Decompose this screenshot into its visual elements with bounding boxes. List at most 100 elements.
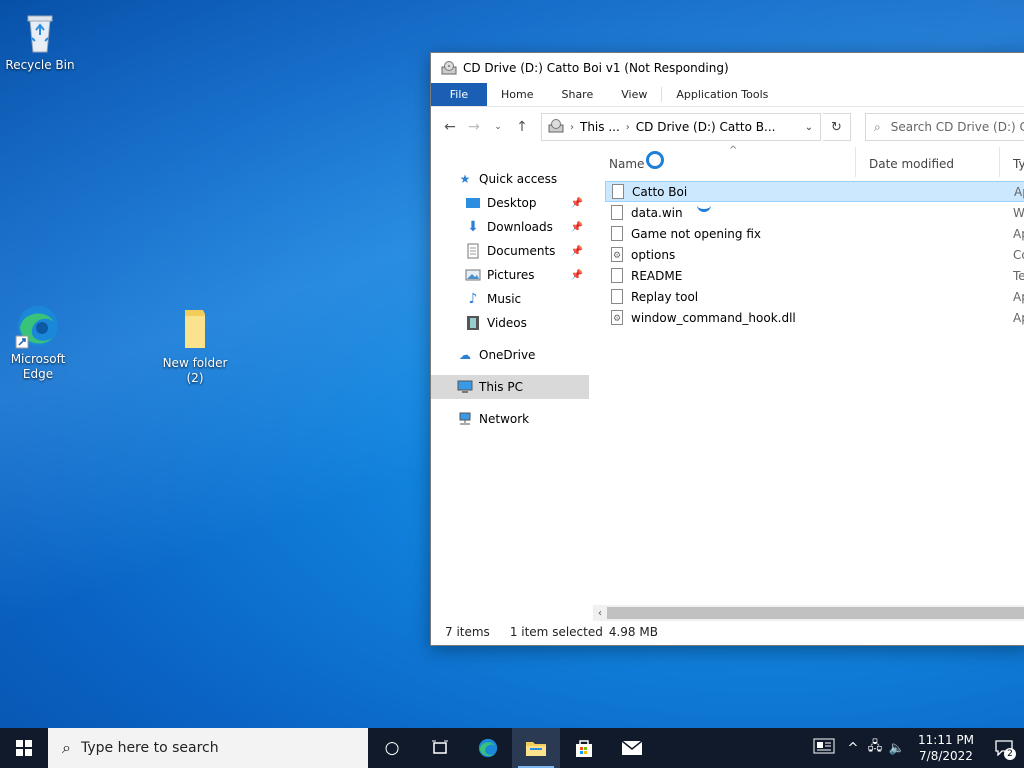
dll-file-icon — [609, 309, 625, 326]
clock[interactable]: 11:11 PM 7/8/2022 — [908, 732, 984, 764]
file-explorer-window[interactable]: CD Drive (D:) Catto Boi v1 (Not Respondi… — [430, 52, 1024, 646]
busy-cursor-icon — [697, 204, 711, 212]
network-status-icon[interactable]: 🖧 — [864, 737, 886, 759]
column-divider[interactable] — [999, 147, 1000, 177]
desktop-icon-label: New folder (2) — [162, 356, 228, 385]
start-button[interactable] — [0, 728, 48, 768]
desktop-icon-microsoft-edge[interactable]: Microsoft Edge — [0, 302, 76, 382]
back-arrow-icon[interactable]: ← — [439, 116, 461, 138]
column-header-type[interactable]: Ty — [1013, 157, 1024, 171]
desktop-icon — [465, 195, 481, 211]
address-dropdown-chevron-icon[interactable]: ⌄ — [798, 122, 820, 133]
nav-item-label: Desktop — [487, 196, 537, 210]
file-row[interactable]: window_command_hook.dll Ap — [605, 307, 1024, 328]
nav-item-pictures[interactable]: Pictures 📌 — [431, 263, 589, 287]
file-explorer-taskbar-icon[interactable] — [512, 728, 560, 768]
nav-item-music[interactable]: ♪ Music — [431, 287, 589, 311]
edge-taskbar-icon[interactable] — [464, 728, 512, 768]
cd-drive-icon — [441, 61, 457, 75]
tab-home[interactable]: Home — [487, 83, 547, 106]
pin-icon: 📌 — [570, 221, 583, 233]
scrollbar-thumb[interactable] — [607, 607, 1024, 619]
star-icon: ★ — [459, 172, 471, 186]
search-input[interactable]: ⌕ Search CD Drive (D:) Ca — [865, 113, 1024, 141]
file-type: W — [1013, 205, 1024, 220]
nav-item-videos[interactable]: Videos — [431, 311, 589, 335]
column-header-date-modified[interactable]: Date modified — [869, 157, 954, 171]
selection-size: 4.98 MB — [608, 625, 658, 639]
windows-logo-icon — [16, 740, 32, 756]
news-widget-icon[interactable] — [806, 738, 842, 758]
nav-item-onedrive[interactable]: ☁ OneDrive — [431, 343, 589, 367]
taskbar: ⌕ Type here to search ○ ^ 🖧 🔈 11:11 PM 7… — [0, 728, 1024, 768]
file-row[interactable]: README Te — [605, 265, 1024, 286]
network-icon — [457, 411, 473, 427]
navigation-pane: ★ Quick access Desktop 📌 ⬇ Downloads 📌 D… — [431, 147, 589, 605]
busy-spinner-icon — [646, 151, 664, 169]
blank-file-icon — [609, 288, 625, 305]
title-bar[interactable]: CD Drive (D:) Catto Boi v1 (Not Respondi… — [431, 53, 1024, 83]
desktop-icon-new-folder[interactable]: New folder (2) — [157, 306, 233, 386]
file-name: window_command_hook.dll — [631, 310, 796, 325]
nav-item-label: This PC — [479, 380, 523, 394]
pin-icon: 📌 — [570, 197, 583, 209]
show-hidden-icons-chevron-icon[interactable]: ^ — [842, 741, 864, 756]
tab-file[interactable]: File — [431, 83, 487, 106]
task-view-icon[interactable] — [416, 728, 464, 768]
folder-icon — [171, 306, 219, 354]
tab-application-tools[interactable]: Application Tools — [662, 83, 782, 106]
film-icon — [465, 315, 481, 331]
breadcrumb-this-pc[interactable]: This ... — [580, 120, 620, 134]
nav-item-label: OneDrive — [479, 348, 536, 362]
column-header-name[interactable]: Name — [609, 157, 644, 171]
recent-locations-chevron-icon[interactable]: ⌄ — [487, 116, 509, 138]
forward-arrow-icon[interactable]: → — [463, 116, 485, 138]
cd-drive-icon — [548, 118, 564, 136]
system-tray: ^ 🖧 🔈 11:11 PM 7/8/2022 2 — [806, 728, 1024, 768]
search-icon: ⌕ — [62, 738, 71, 757]
tab-share[interactable]: Share — [547, 83, 607, 106]
file-row[interactable]: Replay tool Ap — [605, 286, 1024, 307]
sort-ascending-icon: ^ — [729, 145, 738, 156]
volume-muted-icon[interactable]: 🔈 — [886, 741, 908, 756]
file-row[interactable]: options Co — [605, 244, 1024, 265]
ribbon-tabs: File Home Share View Application Tools — [431, 83, 1024, 107]
pictures-icon — [465, 267, 481, 283]
nav-item-quick-access[interactable]: ★ Quick access — [431, 167, 589, 191]
tab-view[interactable]: View — [607, 83, 661, 106]
store-bag-icon[interactable] — [560, 728, 608, 768]
nav-item-this-pc[interactable]: This PC — [431, 375, 589, 399]
nav-item-downloads[interactable]: ⬇ Downloads 📌 — [431, 215, 589, 239]
nav-item-network[interactable]: Network — [431, 407, 589, 431]
up-arrow-icon[interactable]: ↑ — [511, 116, 533, 138]
nav-item-label: Network — [479, 412, 530, 426]
nav-item-documents[interactable]: Documents 📌 — [431, 239, 589, 263]
nav-item-label: Quick access — [479, 172, 558, 186]
cloud-icon: ☁ — [459, 348, 471, 362]
breadcrumb-cd-drive[interactable]: CD Drive (D:) Catto B... — [636, 120, 776, 134]
notification-center-icon[interactable]: 2 — [984, 728, 1024, 768]
item-count: 7 items — [445, 625, 490, 639]
taskbar-search-input[interactable]: ⌕ Type here to search — [48, 728, 368, 768]
documents-icon — [465, 243, 481, 259]
file-row[interactable]: data.win W — [605, 202, 1024, 223]
desktop-icon-recycle-bin[interactable]: Recycle Bin — [2, 8, 78, 73]
desktop-icon-label: Microsoft Edge — [10, 352, 66, 381]
column-divider[interactable] — [855, 147, 856, 177]
scroll-left-arrow-icon[interactable]: ‹ — [593, 608, 607, 619]
file-type: Te — [1013, 268, 1024, 283]
nav-item-desktop[interactable]: Desktop 📌 — [431, 191, 589, 215]
navigation-bar: ← → ⌄ ↑ › This ... › CD Drive (D:) Catto… — [431, 107, 1024, 147]
config-file-icon — [609, 246, 625, 263]
window-title: CD Drive (D:) Catto Boi v1 (Not Respondi… — [463, 61, 729, 75]
file-row[interactable]: Game not opening fix Ap — [605, 223, 1024, 244]
address-bar[interactable]: › This ... › CD Drive (D:) Catto B... ⌄ — [541, 113, 821, 141]
blank-file-icon — [610, 183, 626, 200]
file-row[interactable]: Catto Boi Ap — [605, 181, 1024, 202]
taskbar-search-placeholder: Type here to search — [80, 740, 219, 756]
monitor-icon — [457, 379, 473, 395]
cortana-circle-icon[interactable]: ○ — [368, 728, 416, 768]
mail-envelope-icon[interactable] — [608, 728, 656, 768]
refresh-icon[interactable]: ↻ — [823, 113, 851, 141]
